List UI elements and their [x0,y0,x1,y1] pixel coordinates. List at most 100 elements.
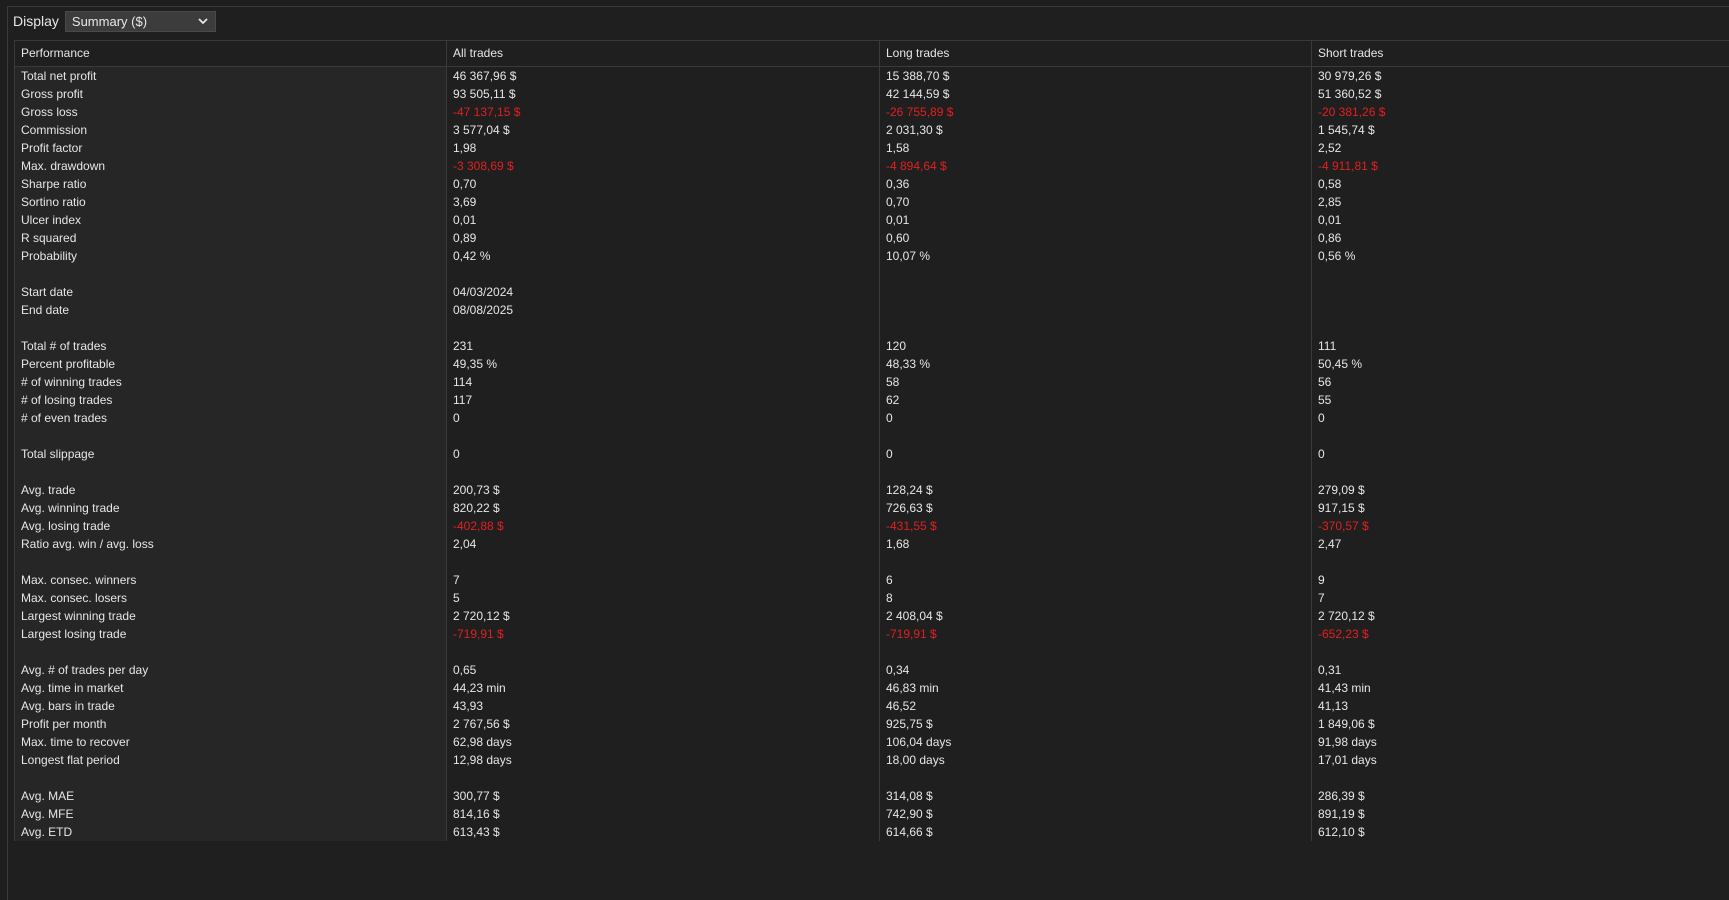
row-value: 48,33 % [886,357,931,371]
row-value [1312,463,1729,481]
table-row[interactable]: End date 08/08/2025 [15,301,1729,319]
table-row[interactable]: Avg. losing trade -402,88 $ -431,55 $ -370,… [15,517,1729,535]
row-value: 279,09 $ [1318,483,1365,497]
row-value: -719,91 $ [886,627,937,641]
row-value: 820,22 $ [453,501,500,515]
row-value: 55 [1318,393,1332,407]
table-row[interactable]: Max. consec. winners 7 6 9 [15,571,1729,589]
row-value: -4 911,81 $ [1318,159,1378,173]
display-label: Display [13,13,59,29]
row-value [880,463,1312,481]
display-select[interactable]: Summary ($) [64,10,216,32]
row-value: 6 [886,573,893,587]
header-long-trades[interactable]: Long trades [880,41,1312,66]
row-value: -652,23 $ [1318,627,1369,641]
table-row[interactable]: Avg. trade 200,73 $ 128,24 $ 279,09 $ [15,481,1729,499]
grid-rows: Total net profit 46 367,96 $ 15 388,70 $ 30… [15,67,1729,841]
table-row[interactable]: Commission 3 577,04 $ 2 031,30 $ 1 545,74 $ [15,121,1729,139]
row-value [880,643,1312,661]
table-row[interactable]: Avg. time in market 44,23 min 46,83 min 41,… [15,679,1729,697]
table-row[interactable]: # of winning trades 114 58 56 [15,373,1729,391]
row-value: 0,58 [1318,177,1342,191]
row-value: -370,57 $ [1318,519,1369,533]
row-value: 49,35 % [453,357,498,371]
row-value: 0,31 [1318,663,1342,677]
table-row[interactable]: Longest flat period 12,98 days 18,00 days 1… [15,751,1729,769]
table-row[interactable]: Total net profit 46 367,96 $ 15 388,70 $ 30… [15,67,1729,85]
table-row[interactable]: Largest losing trade -719,91 $ -719,91 $ -6… [15,625,1729,643]
table-row[interactable]: Largest winning trade 2 720,12 $ 2 408,04 … [15,607,1729,625]
table-row[interactable] [15,427,1729,445]
row-value: 93 505,11 $ [453,87,516,101]
table-row[interactable]: Start date 04/03/2024 [15,283,1729,301]
row-value: 120 [886,339,907,353]
row-value: 300,77 $ [453,789,500,803]
table-row[interactable]: Gross loss -47 137,15 $ -26 755,89 $ -20 38… [15,103,1729,121]
table-row[interactable]: Sharpe ratio 0,70 0,36 0,58 [15,175,1729,193]
row-label: Avg. MFE [21,807,74,821]
table-row[interactable]: Total # of trades 231 120 111 [15,337,1729,355]
table-row[interactable]: Avg. winning trade 820,22 $ 726,63 $ 917,15… [15,499,1729,517]
table-row[interactable]: Probability 0,42 % 10,07 % 0,56 % [15,247,1729,265]
row-value: -26 755,89 $ [886,105,954,119]
header-performance[interactable]: Performance [15,41,447,66]
table-row[interactable]: Max. consec. losers 5 8 7 [15,589,1729,607]
row-value [447,265,880,283]
row-label: Sortino ratio [21,195,86,209]
table-row[interactable]: Avg. ETD 613,43 $ 614,66 $ 612,10 $ [15,823,1729,841]
table-row[interactable] [15,643,1729,661]
row-label: Ratio avg. win / avg. loss [21,537,154,551]
table-row[interactable]: Percent profitable 49,35 % 48,33 % 50,45 % [15,355,1729,373]
table-row[interactable]: Gross profit 93 505,11 $ 42 144,59 $ 51 360… [15,85,1729,103]
row-value: 2,47 [1318,537,1342,551]
row-value: 12,98 days [453,753,512,767]
row-value: 62 [886,393,900,407]
row-value: 2 767,56 $ [453,717,510,731]
table-row[interactable] [15,319,1729,337]
row-value [1312,427,1729,445]
table-row[interactable] [15,463,1729,481]
row-value: 613,43 $ [453,825,500,839]
table-row[interactable]: # of losing trades 117 62 55 [15,391,1729,409]
row-label: Total slippage [21,447,95,461]
row-value: 2,85 [1318,195,1342,209]
row-label: # of even trades [21,411,108,425]
row-label: Avg. losing trade [21,519,111,533]
row-value: -3 308,69 $ [453,159,514,173]
row-value: 0,56 % [1318,249,1356,263]
row-value: 0 [1318,447,1325,461]
row-value: 3,69 [453,195,477,209]
row-value: 314,08 $ [886,789,933,803]
row-value: 114 [453,375,473,389]
table-row[interactable]: Sortino ratio 3,69 0,70 2,85 [15,193,1729,211]
table-row[interactable]: Max. time to recover 62,98 days 106,04 day… [15,733,1729,751]
row-value: 612,10 $ [1318,825,1365,839]
table-row[interactable] [15,769,1729,787]
row-value: 128,24 $ [886,483,933,497]
table-row[interactable]: Avg. bars in trade 43,93 46,52 41,13 [15,697,1729,715]
table-row[interactable]: Total slippage 0 0 0 [15,445,1729,463]
table-row[interactable]: Avg. MFE 814,16 $ 742,90 $ 891,19 $ [15,805,1729,823]
chevron-down-icon [198,18,208,25]
table-row[interactable]: Max. drawdown -3 308,69 $ -4 894,64 $ -4 91… [15,157,1729,175]
table-row[interactable]: Profit factor 1,98 1,58 2,52 [15,139,1729,157]
row-value: 9 [1318,573,1325,587]
table-row[interactable]: Profit per month 2 767,56 $ 925,75 $ 1 849,… [15,715,1729,733]
table-row[interactable]: R squared 0,89 0,60 0,86 [15,229,1729,247]
table-row[interactable]: Ratio avg. win / avg. loss 2,04 1,68 2,47 [15,535,1729,553]
row-value: 3 577,04 $ [453,123,510,137]
display-select-value: Summary ($) [71,13,148,29]
table-row[interactable] [15,553,1729,571]
row-value: 51 360,52 $ [1318,87,1382,101]
table-row[interactable] [15,265,1729,283]
table-row[interactable]: Ulcer index 0,01 0,01 0,01 [15,211,1729,229]
row-value: 7 [1318,591,1325,605]
header-short-trades[interactable]: Short trades [1312,41,1729,66]
row-label: Avg. time in market [21,681,124,695]
row-value: 917,15 $ [1318,501,1365,515]
table-row[interactable]: Avg. # of trades per day 0,65 0,34 0,31 [15,661,1729,679]
table-row[interactable]: Avg. MAE 300,77 $ 314,08 $ 286,39 $ [15,787,1729,805]
row-value: 10,07 % [886,249,931,263]
header-all-trades[interactable]: All trades [447,41,880,66]
table-row[interactable]: # of even trades 0 0 0 [15,409,1729,427]
